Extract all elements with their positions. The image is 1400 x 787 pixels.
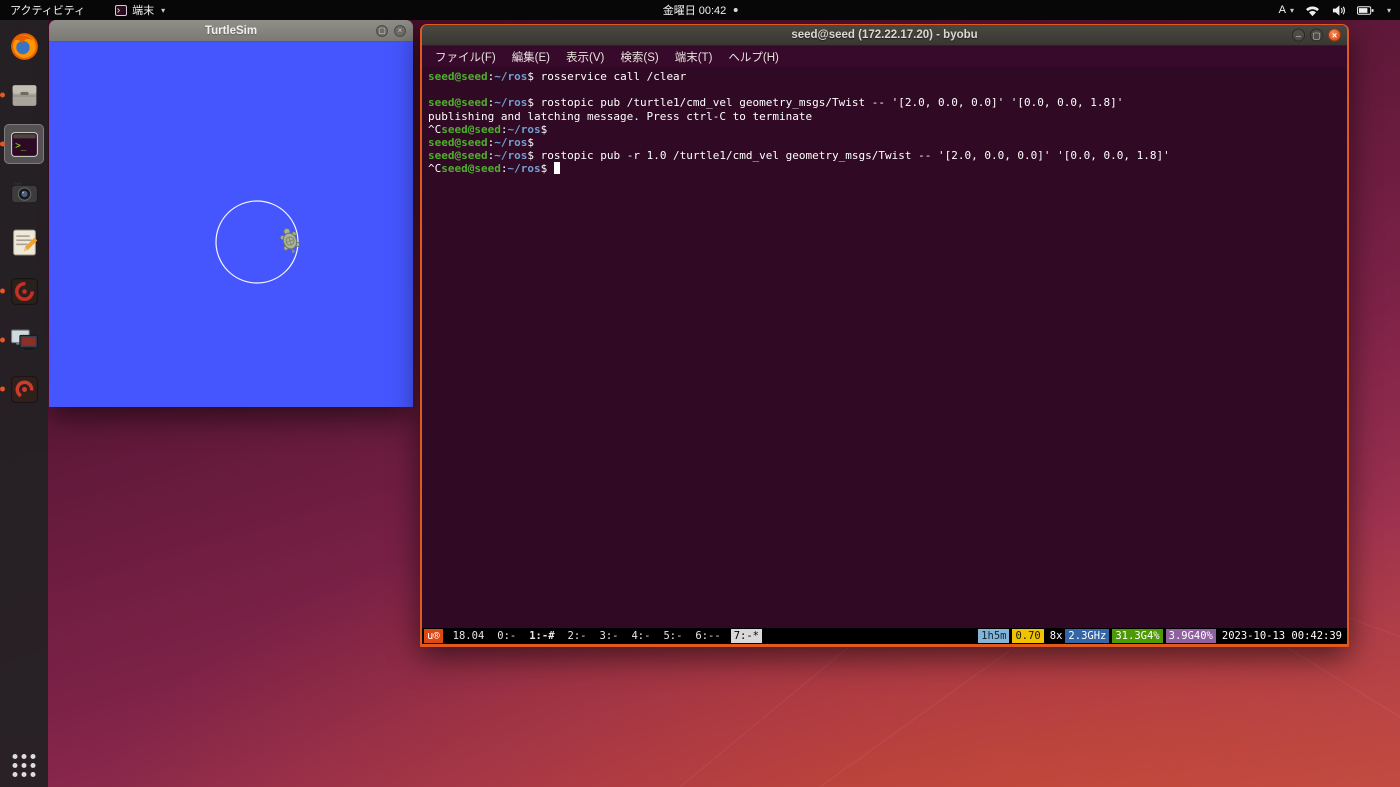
terminal-titlebar[interactable]: seed@seed (172.22.17.20) - byobu – ▢ ×	[422, 25, 1347, 46]
menu-item[interactable]: ヘルプ(H)	[720, 47, 786, 67]
terminal-app-icon	[115, 4, 128, 16]
byobu-statusbar: u® 18.04 0:- 1:-# 2:- 3:- 4:- 5:- 6:-- 7:-* 1h5m 0…	[422, 628, 1347, 644]
running-indicator	[0, 337, 5, 343]
text-cursor	[553, 162, 561, 175]
running-indicator	[0, 141, 5, 147]
byobu-system-status: 1h5m 0.70 8x 2.3GHz 31.3G4% 3.9G40% 2023-10-13…	[975, 629, 1345, 643]
running-indicator	[0, 386, 5, 392]
byobu-window-list: u® 18.04 0:- 1:-# 2:- 3:- 4:- 5:- 6:-- 7:-*	[424, 629, 769, 643]
byobu-window-0: 0:-	[497, 630, 517, 642]
battery-icon	[1356, 5, 1374, 16]
dock-items: >_	[0, 26, 48, 409]
turtlesim-canvas	[49, 42, 413, 407]
dock-item-screenshot[interactable]	[4, 173, 44, 213]
dock: >_	[0, 20, 48, 787]
turtlesim-titlebar[interactable]: TurtleSim ▢ ×	[49, 20, 413, 42]
activities-button[interactable]: アクティビティ	[10, 2, 85, 18]
byobu-swap: 3.9G40%	[1165, 629, 1216, 643]
screenshot-icon	[8, 177, 41, 210]
clock-label: 金曜日 00:42	[662, 5, 727, 17]
terminal-line: seed@seed:~/ros$ rostopic pub -r 1.0 /tu…	[428, 149, 1170, 163]
show-applications-button[interactable]	[12, 754, 36, 777]
maximize-button[interactable]: ▢	[376, 24, 388, 37]
app-menu-label: 端末	[132, 5, 155, 17]
close-button[interactable]: ×	[1328, 28, 1341, 42]
byobu-release: 18.04	[452, 630, 485, 642]
terminal-screen[interactable]: seed@seed:~/ros$ rosservice call /clear …	[422, 67, 1347, 628]
minimize-button[interactable]: –	[1292, 28, 1305, 42]
terminal-title: seed@seed (172.22.17.20) - byobu	[791, 29, 978, 41]
firefox-icon	[8, 30, 41, 63]
dock-item-text-editor[interactable]	[4, 222, 44, 262]
terminal-icon: >_	[8, 128, 41, 161]
terminal-menubar: ファイル(F) 編集(E) 表示(V) 検索(S) 端末(T) ヘルプ(H)	[422, 46, 1347, 67]
byobu-cpu-frequency: 2.3GHz	[1065, 629, 1110, 643]
top-bar: アクティビティ 端末 ▾ 金曜日 00:42 A ▾ ▾	[0, 0, 1400, 20]
byobu-window-5: 5:-	[663, 630, 683, 642]
desktop: アクティビティ 端末 ▾ 金曜日 00:42 A ▾ ▾ >_ TurtleSi…	[0, 0, 1400, 787]
dock-item-files[interactable]	[0, 75, 44, 115]
byobu-window-7-current: 7:-*	[730, 629, 762, 643]
turtlesim-window: TurtleSim ▢ ×	[49, 20, 413, 407]
ros-app-icon	[8, 275, 41, 308]
byobu-ubuntu-logo: u®	[424, 629, 443, 643]
turtlesim-drawing	[215, 200, 300, 284]
byobu-load-average: 0.70	[1012, 629, 1044, 643]
menu-item[interactable]: 検索(S)	[612, 47, 666, 67]
terminal-line: seed@seed:~/ros$ rosservice call /clear	[428, 70, 687, 83]
menu-item[interactable]: ファイル(F)	[427, 47, 504, 67]
byobu-window-1: 1:-#	[529, 630, 555, 642]
dock-item-firefox[interactable]	[4, 26, 44, 66]
byobu-window-4: 4:-	[631, 630, 651, 642]
menu-item[interactable]: 端末(T)	[667, 47, 721, 67]
terminal-window: seed@seed (172.22.17.20) - byobu – ▢ × フ…	[420, 24, 1349, 647]
chevron-down-icon: ▾	[161, 5, 166, 15]
dock-item-remote-desktop[interactable]	[0, 320, 44, 360]
terminal-line: ^Cseed@seed:~/ros$	[428, 162, 1341, 175]
dock-item-ros-app-2[interactable]	[0, 369, 44, 409]
byobu-uptime: 1h5m	[978, 629, 1010, 643]
app-menu[interactable]: 端末 ▾	[115, 2, 165, 18]
text-editor-icon	[8, 226, 41, 259]
chevron-down-icon: ▾	[1289, 5, 1294, 15]
notification-dot-icon	[733, 8, 738, 12]
svg-text:>_: >_	[15, 140, 27, 151]
system-menu[interactable]: A ▾ ▾	[1279, 0, 1400, 20]
clock-menu[interactable]: 金曜日 00:42	[663, 0, 738, 20]
chevron-down-icon: ▾	[1386, 5, 1391, 15]
turtlesim-title: TurtleSim	[204, 24, 258, 37]
menu-item[interactable]: 編集(E)	[504, 47, 558, 67]
dock-item-ros-app[interactable]	[0, 271, 44, 311]
byobu-datetime: 2023-10-13 00:42:39	[1221, 630, 1342, 642]
byobu-memory: 31.3G4%	[1112, 629, 1163, 643]
input-method-indicator[interactable]: A ▾	[1279, 4, 1294, 16]
ros-app2-icon	[8, 373, 41, 406]
running-indicator	[0, 92, 5, 98]
byobu-cpu-count: 8x	[1049, 630, 1063, 642]
menu-item[interactable]: 表示(V)	[558, 47, 612, 67]
byobu-window-2: 2:-	[567, 630, 587, 642]
terminal-line: seed@seed:~/ros$ rostopic pub /turtle1/c…	[428, 96, 1124, 110]
byobu-window-6: 6:--	[695, 630, 721, 642]
files-icon	[8, 79, 41, 112]
maximize-button[interactable]: ▢	[1310, 28, 1323, 42]
terminal-line: ^Cseed@seed:~/ros$	[428, 122, 554, 136]
byobu-window-3: 3:-	[599, 630, 619, 642]
terminal-line: seed@seed:~/ros$	[428, 136, 541, 150]
wifi-icon	[1305, 4, 1320, 17]
close-button[interactable]: ×	[394, 24, 406, 37]
volume-icon	[1331, 4, 1346, 17]
remote-desktop-icon	[8, 324, 41, 357]
dock-item-terminal[interactable]: >_	[0, 124, 44, 164]
input-method-label: A	[1278, 4, 1286, 16]
running-indicator	[0, 288, 5, 294]
terminal-line: publishing and latching message. Press c…	[428, 109, 813, 123]
